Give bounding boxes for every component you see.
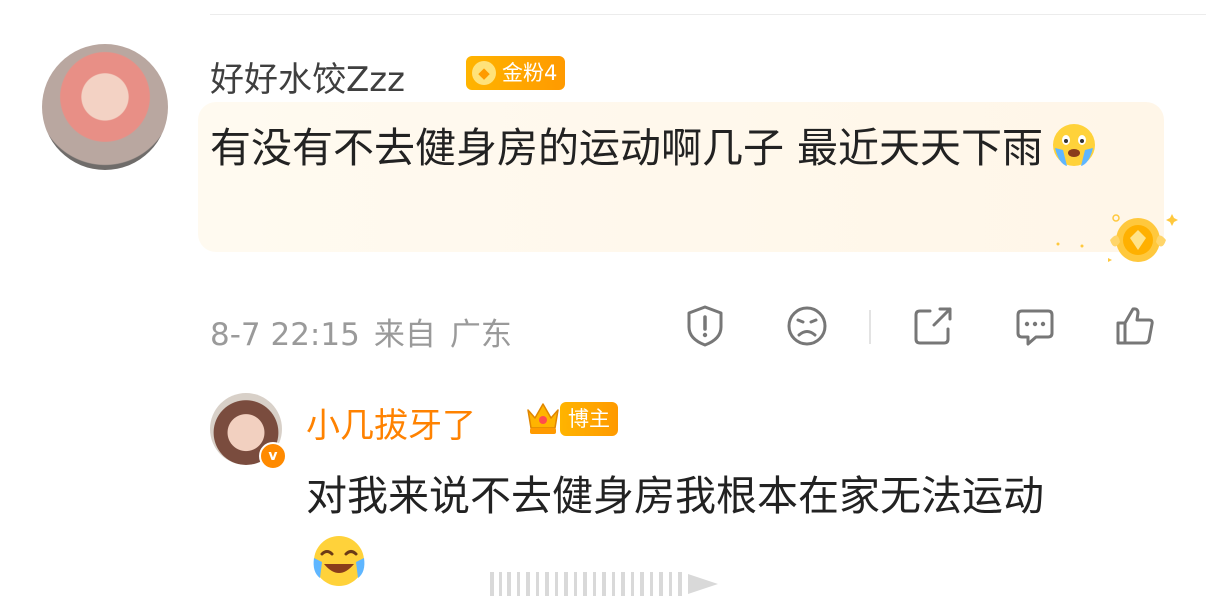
watermark-stripes — [490, 572, 718, 596]
comment-icon[interactable] — [1012, 303, 1058, 349]
comment-date: 8-7 22:15 — [210, 317, 360, 353]
username[interactable]: 好好水饺Zzz — [210, 52, 405, 101]
action-separator — [869, 310, 871, 344]
share-icon[interactable] — [910, 303, 956, 349]
reply-username[interactable]: 小几拔牙了 — [306, 398, 476, 447]
source-prefix: 来自 — [373, 317, 436, 353]
comment-thread: 好好水饺Zzz ◆ 金粉4 有没有不去健身房的运动啊几子 最近天天下雨 8-7 … — [0, 0, 1206, 615]
reply-text: 对我来说不去健身房我根本在家无法运动 — [306, 472, 1044, 520]
divider — [210, 14, 1206, 15]
author-badge-label: 博主 — [568, 407, 610, 431]
author-badge: 博主 — [560, 402, 618, 436]
fan-level-label: 金粉4 — [502, 61, 558, 85]
comment-meta: 8-7 22:15 来自 广东 — [210, 309, 526, 354]
comment-body: 有没有不去健身房的运动啊几子 最近天天下雨 — [210, 124, 1044, 172]
like-icon[interactable] — [1112, 303, 1158, 349]
diamond-icon: ◆ — [472, 61, 496, 85]
dislike-icon[interactable] — [784, 303, 830, 349]
report-icon[interactable] — [682, 303, 728, 349]
fan-level-badge[interactable]: ◆ 金粉4 — [466, 56, 566, 90]
verified-icon: v — [259, 442, 287, 470]
crying-emoji-icon — [1053, 124, 1096, 166]
comment-source: 广东 — [449, 317, 512, 353]
fan-medal-icon — [1056, 214, 1178, 262]
comment-text: 有没有不去健身房的运动啊几子 最近天天下雨 — [210, 116, 1140, 180]
crown-icon — [527, 403, 559, 434]
laugh-cry-emoji-icon — [313, 536, 365, 586]
avatar[interactable] — [42, 44, 168, 170]
